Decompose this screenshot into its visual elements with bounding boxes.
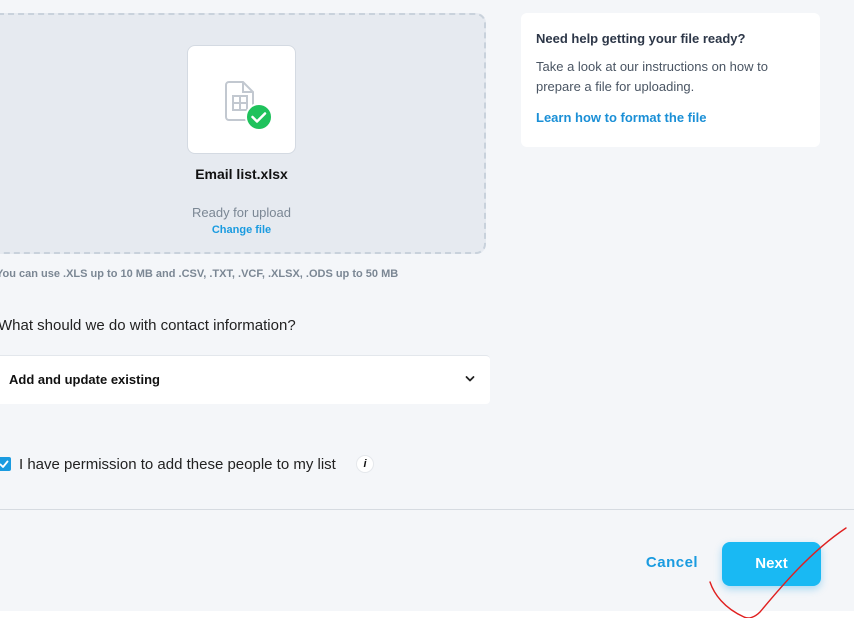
change-file-link[interactable]: Change file: [150, 224, 333, 236]
checkmark-icon: [0, 460, 9, 468]
format-file-link[interactable]: Learn how to format the file: [536, 110, 706, 125]
file-name: Email list.xlsx: [195, 166, 288, 182]
help-text: Take a look at our instructions on how t…: [536, 59, 768, 94]
permission-label: I have permission to add these people to…: [19, 456, 336, 473]
help-card: Need help getting your file ready? Take …: [521, 13, 820, 147]
contact-question-label: What should we do with contact informati…: [0, 317, 296, 334]
spreadsheet-file-icon: [225, 81, 273, 131]
file-limits-text: You can use .XLS up to 10 MB and .CSV, .…: [0, 268, 399, 280]
uploaded-file-card: [187, 45, 296, 154]
permission-checkbox[interactable]: [0, 457, 11, 471]
bottom-strip: [0, 611, 854, 618]
help-title: Need help getting your file ready?: [536, 31, 746, 46]
upload-status: Ready for upload: [191, 205, 291, 220]
check-circle-icon: [245, 103, 273, 131]
select-value: Add and update existing: [9, 372, 160, 387]
contact-action-select[interactable]: Add and update existing: [0, 355, 490, 404]
chevron-down-icon: [465, 376, 475, 382]
next-button[interactable]: Next: [722, 542, 821, 586]
info-icon[interactable]: i: [356, 455, 374, 473]
cancel-button[interactable]: Cancel: [640, 554, 704, 576]
